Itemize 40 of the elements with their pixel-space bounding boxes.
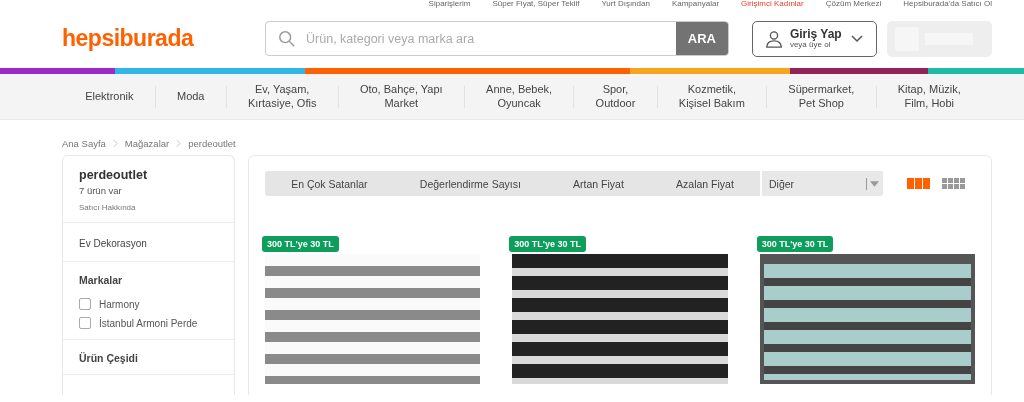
top-link[interactable]: Çözüm Merkezi	[825, 0, 882, 9]
category-link[interactable]: Ev Dekorasyon	[79, 235, 218, 251]
top-link[interactable]: Siparişlerim	[428, 0, 471, 9]
sort-option[interactable]: Azalan Fiyat	[676, 177, 734, 190]
promo-badge: 300 TL'ye 30 TL	[262, 236, 339, 252]
checkbox-label: İstanbul Armoni Perde	[99, 317, 198, 329]
top-link[interactable]: Yurt Dışından	[601, 0, 650, 9]
category-menu-item[interactable]: Kozmetik, Kişisel Bakım	[657, 83, 767, 110]
category-menu-item[interactable]: Kitap, Müzik, Film, Hobi	[876, 83, 982, 110]
category-menu-item[interactable]: Süpermarket, Pet Shop	[767, 83, 876, 110]
top-link[interactable]: Hepsiburada'da Satıcı Ol	[903, 0, 992, 9]
search-field[interactable]: Ürün, kategori veya marka ara ARA	[265, 21, 729, 56]
seller-info-link[interactable]: Satıcı Hakkında	[79, 203, 218, 212]
promo-badge: 300 TL'ye 30 TL	[756, 236, 834, 252]
sort-option[interactable]: Artan Fiyat	[573, 177, 624, 190]
top-link[interactable]: Süper Fiyat, Süper Teklif	[492, 0, 580, 9]
category-menu-item[interactable]: Oto, Bahçe, Yapı Market	[338, 83, 464, 110]
promo-badge: 300 TL'ye 30 TL	[509, 236, 586, 252]
login-title: Giriş Yap	[789, 27, 842, 41]
breadcrumb-link[interactable]: Ana Sayfa	[62, 138, 106, 149]
top-link[interactable]: Kampanyalar	[671, 0, 720, 9]
category-menu-item[interactable]: Elektronik	[64, 89, 155, 104]
sort-option[interactable]: Değerlendirme Sayısı	[419, 177, 521, 190]
product-count: 7 ürün var	[79, 185, 123, 196]
breadcrumb-link[interactable]: perdeoutlet	[188, 138, 236, 149]
filter-title: Markalar	[79, 274, 124, 286]
store-name: perdeoutlet	[79, 168, 149, 182]
search-button[interactable]: ARA	[675, 22, 728, 55]
category-menu-item[interactable]: Spor, Outdoor	[574, 83, 657, 110]
checkbox-label: Harmony	[99, 298, 140, 310]
login-button[interactable]: Giriş Yap veya üye ol	[751, 20, 878, 57]
category-menu-item[interactable]: Moda	[155, 89, 226, 104]
filter-title: Ürün Çeşidi	[79, 352, 139, 364]
sort-option[interactable]: En Çok Satanlar	[291, 177, 368, 190]
category-menu-item[interactable]: Ev, Yaşam, Kırtasiye, Ofis	[226, 83, 338, 110]
breadcrumb-link[interactable]: Mağazalar	[124, 138, 170, 149]
top-link[interactable]: Girişimci Kadınlar	[741, 0, 804, 9]
sort-dropdown[interactable]: Diğer	[760, 171, 883, 196]
login-subtitle: veya üye ol	[789, 40, 831, 50]
category-menu-item[interactable]: Anne, Bebek, Oyuncak	[464, 83, 574, 110]
